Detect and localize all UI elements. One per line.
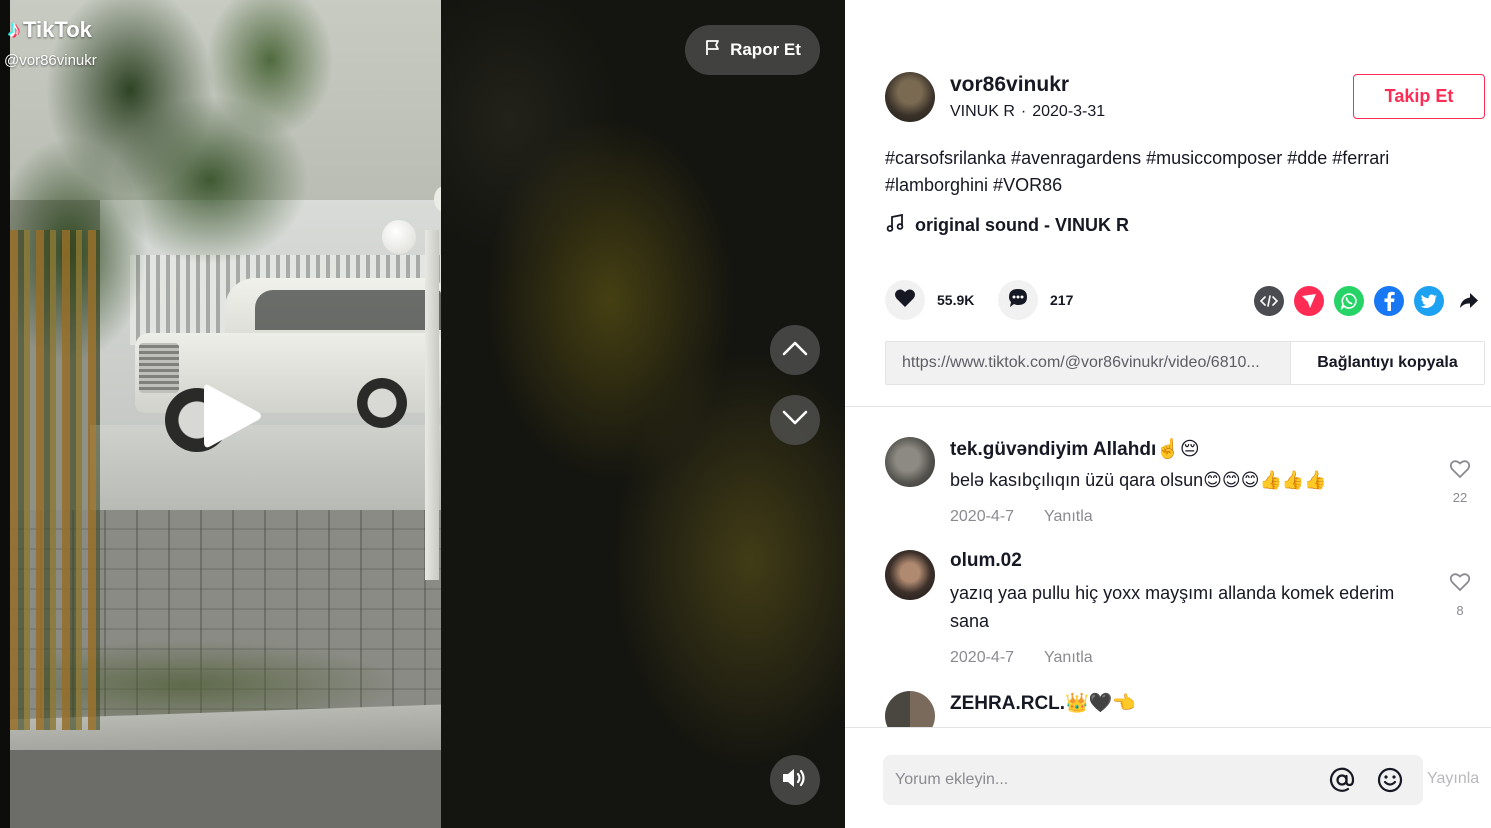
comment-placeholder: Yorum ekleyin... [895,771,1009,788]
author-display-name: VINUK R [950,103,1015,120]
music-note-icon [885,213,905,238]
comment-button[interactable] [998,280,1038,320]
comment-username[interactable]: olum.02 [950,550,1022,572]
chevron-down-icon [782,410,808,431]
comment-username[interactable]: ZEHRA.RCL.👑🖤👈 [950,691,1136,715]
heart-icon [894,288,916,313]
commenter-avatar[interactable] [885,550,935,600]
send-icon[interactable] [1294,286,1324,316]
comment-like-count: 22 [1452,490,1468,505]
mention-icon[interactable] [1329,767,1355,798]
reply-button[interactable]: Yanıtla [1044,508,1093,526]
commenter-avatar[interactable] [885,437,935,487]
comment-count: 217 [1050,292,1074,308]
heart-outline-icon [1449,572,1471,595]
author-meta: VINUK R · 2020-3-31 [950,103,1105,121]
emoji-icon[interactable] [1377,767,1403,798]
comment-list[interactable]: tek.güvəndiyim Allahdı☝️😔 belə kasıbçılı… [845,407,1491,727]
tiktok-video-page: ♪ TikTok @vor86vinukr Rapor Et vor86vinu… [0,0,1491,828]
video-link-box: https://www.tiktok.com/@vor86vinukr/vide… [885,341,1485,385]
whatsapp-icon[interactable] [1334,286,1364,316]
comment-item: ZEHRA.RCL.👑🖤👈 [885,691,1485,727]
volume-button[interactable] [770,755,820,805]
report-button[interactable]: Rapor Et [685,25,820,75]
follow-button[interactable]: Takip Et [1353,74,1485,119]
comment-username[interactable]: tek.güvəndiyim Allahdı☝️😔 [950,437,1200,461]
comment-input[interactable]: Yorum ekleyin... [883,755,1423,805]
comment-item: tek.güvəndiyim Allahdı☝️😔 belə kasıbçılı… [885,437,1485,537]
heart-outline-icon [1449,459,1471,482]
post-comment-button[interactable]: Yayınla [1427,770,1479,788]
share-icons [1254,286,1484,316]
music-link[interactable]: original sound - VINUK R [885,213,1129,238]
like-count: 55.9K [937,292,975,308]
video-link-url[interactable]: https://www.tiktok.com/@vor86vinukr/vide… [886,342,1290,384]
comment-item: olum.02 yazıq yaa pullu hiç yoxx mayşımı… [885,550,1485,670]
comment-action[interactable]: 217 [998,280,1073,320]
comment-text: belə kasıbçılıqın üzü qara olsun😊😊😊👍👍👍 [950,470,1327,490]
tiktok-logo-text: TikTok [23,17,92,42]
watermark-username: @vor86vinukr [4,52,97,69]
chevron-up-icon [782,340,808,361]
previous-video-button[interactable] [770,325,820,375]
commenter-avatar[interactable] [885,691,935,727]
like-button[interactable] [885,280,925,320]
play-icon[interactable] [202,382,264,450]
tiktok-watermark-logo: ♪ TikTok [8,16,92,44]
comment-date: 2020-4-7 [950,508,1015,525]
comment-like-count: 8 [1456,603,1464,618]
flag-icon [704,39,722,62]
comment-date: 2020-4-7 [950,649,1015,666]
music-title: original sound - VINUK R [915,215,1129,235]
post-date: 2020-3-31 [1032,103,1106,120]
comment-composer: Yorum ekleyin... Yayınla [845,727,1491,828]
like-action[interactable]: 55.9K [885,280,974,320]
video-caption[interactable]: #carsofsrilanka #avenragardens #musiccom… [885,145,1475,199]
share-arrow-icon[interactable] [1454,286,1484,316]
tiktok-logo-icon: ♪ [8,16,20,43]
details-panel: vor86vinukr VINUK R · 2020-3-31 Takip Et… [845,0,1491,828]
next-video-button[interactable] [770,395,820,445]
twitter-icon[interactable] [1414,286,1444,316]
reply-button[interactable]: Yanıtla [1044,649,1093,667]
comment-meta: 2020-4-7 Yanıtla [950,508,1093,526]
comment-meta: 2020-4-7 Yanıtla [950,649,1093,667]
comment-like[interactable]: 22 [1445,459,1475,505]
report-label: Rapor Et [730,40,801,59]
author-avatar[interactable] [885,72,935,122]
comment-bubble-icon [1007,287,1029,314]
embed-icon[interactable] [1254,286,1284,316]
video-player[interactable]: ♪ TikTok @vor86vinukr Rapor Et [0,0,845,828]
comment-text: yazıq yaa pullu hiç yoxx mayşımı allanda… [950,583,1395,631]
author-username[interactable]: vor86vinukr [950,73,1069,97]
copy-link-button[interactable]: Bağlantıyı kopyala [1290,342,1484,384]
meta-separator: · [1020,103,1027,120]
facebook-icon[interactable] [1374,286,1404,316]
volume-icon [781,766,809,795]
comment-like[interactable]: 8 [1445,572,1475,618]
